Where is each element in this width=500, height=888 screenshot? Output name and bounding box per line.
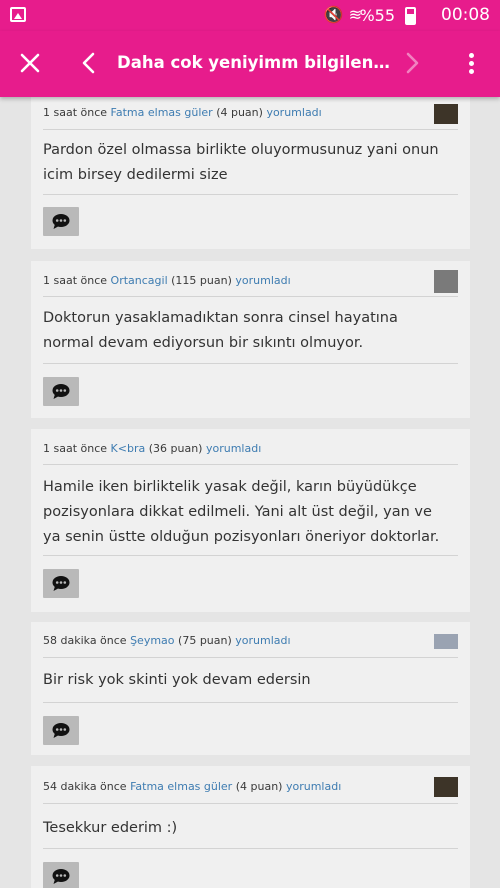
menu-dot xyxy=(469,53,474,58)
reply-button[interactable] xyxy=(43,569,79,598)
author-link[interactable]: Ortancagil xyxy=(111,274,168,287)
divider xyxy=(43,363,458,364)
comment-card: 58 dakika önce Şeymao (75 puan) yorumlad… xyxy=(31,622,470,755)
reply-button[interactable] xyxy=(43,862,79,888)
page-title: Daha cok yeniyimm bilgilendirirm... xyxy=(117,53,392,72)
chat-bubble-icon xyxy=(52,576,70,591)
overflow-menu-button[interactable] xyxy=(458,47,486,81)
comment-text: Hamile iken birliktelik yasak değil, kar… xyxy=(43,479,440,545)
comment-time: 58 dakika önce xyxy=(43,634,127,647)
battery-icon xyxy=(405,7,416,25)
comment-meta: 1 saat önce K<bra (36 puan) yorumladı xyxy=(43,442,261,456)
author-points: (115 puan) xyxy=(171,274,232,287)
author-points: (75 puan) xyxy=(178,634,232,647)
chevron-left-icon xyxy=(82,52,95,74)
author-points: (4 puan) xyxy=(235,780,283,793)
comment-meta: 1 saat önce Fatma elmas güler (4 puan) y… xyxy=(43,106,322,120)
author-link[interactable]: Fatma elmas güler xyxy=(130,780,232,793)
forward-button[interactable] xyxy=(397,47,427,79)
comment-text: Doktorun yasaklamadıktan sonra cinsel ha… xyxy=(43,310,398,351)
avatar[interactable] xyxy=(434,270,458,293)
avatar[interactable] xyxy=(434,104,458,124)
author-link[interactable]: Şeymao xyxy=(130,634,174,647)
status-bar: 🔇 ≋ %55 00:08 xyxy=(0,0,500,31)
close-icon xyxy=(20,53,40,73)
comment-time: 1 saat önce xyxy=(43,442,108,455)
commented-link[interactable]: yorumladı xyxy=(235,274,290,287)
close-button[interactable] xyxy=(14,47,46,79)
comment-text: Bir risk yok skinti yok devam edersin xyxy=(43,672,311,688)
app-bar: Daha cok yeniyimm bilgilendirirm... xyxy=(0,31,500,97)
comment-time: 1 saat önce xyxy=(43,106,108,119)
menu-dot xyxy=(469,69,474,74)
comment-time: 1 saat önce xyxy=(43,274,108,287)
commented-link[interactable]: yorumladı xyxy=(235,634,290,647)
comment-card: 1 saat önce Ortancagil (115 puan) yoruml… xyxy=(31,261,470,418)
chat-bubble-icon xyxy=(52,869,70,884)
divider xyxy=(43,848,458,849)
commented-link[interactable]: yorumladı xyxy=(206,442,261,455)
author-link[interactable]: K<bra xyxy=(111,442,146,455)
clock: 00:08 xyxy=(441,5,490,25)
back-button[interactable] xyxy=(74,47,104,79)
divider xyxy=(43,296,458,297)
comment-meta: 1 saat önce Ortancagil (115 puan) yoruml… xyxy=(43,274,291,288)
commented-link[interactable]: yorumladı xyxy=(286,780,341,793)
divider xyxy=(43,702,458,703)
divider xyxy=(43,657,458,658)
comment-meta: 54 dakika önce Fatma elmas güler (4 puan… xyxy=(43,780,341,794)
comment-time: 54 dakika önce xyxy=(43,780,127,793)
reply-button[interactable] xyxy=(43,716,79,745)
divider xyxy=(43,194,458,195)
divider xyxy=(43,464,458,465)
battery-percent: %55 xyxy=(359,6,395,25)
chat-bubble-icon xyxy=(52,723,70,738)
divider xyxy=(43,803,458,804)
comment-card: 1 saat önce Fatma elmas güler (4 puan) y… xyxy=(31,92,470,249)
divider xyxy=(43,555,458,556)
chat-bubble-icon xyxy=(52,214,70,229)
comment-meta: 58 dakika önce Şeymao (75 puan) yorumlad… xyxy=(43,634,291,648)
comment-text: Pardon özel olmassa birlikte oluyormusun… xyxy=(43,142,439,183)
reply-button[interactable] xyxy=(43,207,79,236)
comment-card: 1 saat önce K<bra (36 puan) yorumladı Ha… xyxy=(31,429,470,612)
author-link[interactable]: Fatma elmas güler xyxy=(111,106,213,119)
author-points: (36 puan) xyxy=(148,442,203,455)
author-points: (4 puan) xyxy=(216,106,263,119)
chevron-right-icon xyxy=(406,52,419,74)
avatar[interactable] xyxy=(434,634,458,649)
comment-text: Tesekkur ederim :) xyxy=(43,820,178,836)
reply-button[interactable] xyxy=(43,377,79,406)
chat-bubble-icon xyxy=(52,384,70,399)
divider xyxy=(43,129,458,130)
commented-link[interactable]: yorumladı xyxy=(266,106,321,119)
menu-dot xyxy=(469,61,474,66)
gallery-notification-icon xyxy=(10,7,26,22)
comment-card: 54 dakika önce Fatma elmas güler (4 puan… xyxy=(31,766,470,888)
avatar[interactable] xyxy=(434,777,458,797)
mute-wifi-icons: 🔇 ≋ xyxy=(323,5,362,24)
